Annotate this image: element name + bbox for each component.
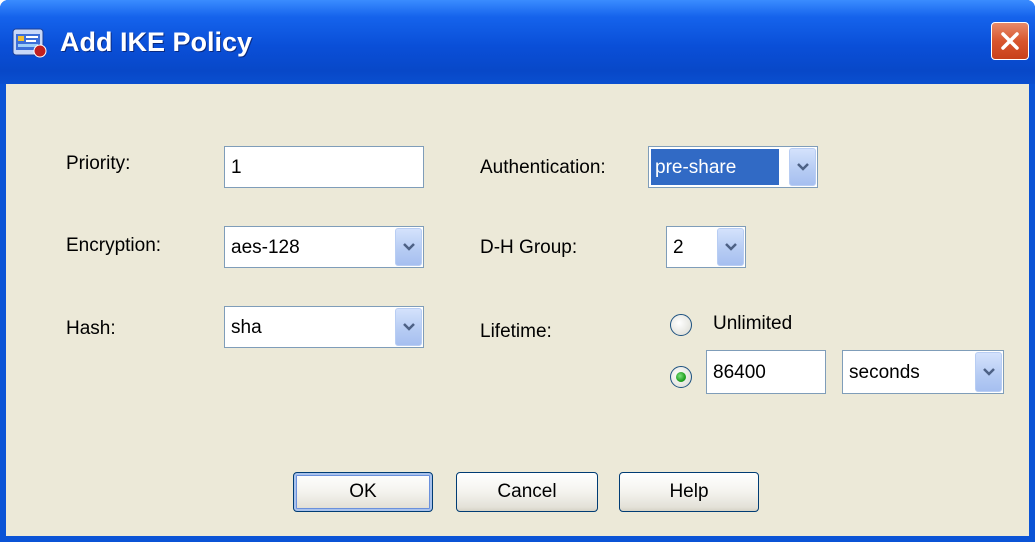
ok-button[interactable]: OK bbox=[293, 472, 433, 512]
lifetime-value: 86400 bbox=[713, 362, 766, 383]
close-icon bbox=[1001, 32, 1019, 50]
priority-value: 1 bbox=[231, 157, 242, 178]
chevron-down-icon bbox=[797, 163, 809, 171]
cancel-button[interactable]: Cancel bbox=[456, 472, 598, 512]
radio-selected-dot bbox=[676, 372, 686, 382]
dh-group-label: D-H Group: bbox=[480, 237, 578, 258]
add-ike-policy-dialog: Add IKE Policy Priority: 1 Encryption: a… bbox=[0, 0, 1035, 542]
chevron-down-icon bbox=[403, 243, 415, 251]
encryption-value: aes-128 bbox=[231, 237, 300, 258]
close-button[interactable] bbox=[991, 22, 1029, 60]
lifetime-unit-select[interactable]: seconds bbox=[842, 350, 1004, 394]
title-bar[interactable]: Add IKE Policy bbox=[0, 0, 1035, 84]
lifetime-value-input[interactable]: 86400 bbox=[706, 350, 826, 394]
encryption-dropdown-button[interactable] bbox=[395, 228, 422, 266]
hash-value: sha bbox=[231, 317, 262, 338]
lifetime-unit-value: seconds bbox=[849, 362, 920, 383]
lifetime-label: Lifetime: bbox=[480, 321, 552, 342]
window-title: Add IKE Policy bbox=[60, 27, 253, 57]
dialog-body: Priority: 1 Encryption: aes-128 Hash: sh… bbox=[6, 84, 1029, 536]
chevron-down-icon bbox=[725, 243, 737, 251]
authentication-select[interactable]: pre-share bbox=[648, 146, 818, 188]
lifetime-unlimited-radio[interactable] bbox=[670, 314, 692, 336]
priority-input[interactable]: 1 bbox=[224, 146, 424, 188]
encryption-select[interactable]: aes-128 bbox=[224, 226, 424, 268]
lifetime-unlimited-label[interactable]: Unlimited bbox=[713, 312, 792, 336]
app-icon bbox=[12, 28, 47, 58]
dh-group-value: 2 bbox=[673, 237, 684, 258]
priority-label: Priority: bbox=[66, 153, 131, 174]
authentication-value: pre-share bbox=[655, 157, 737, 178]
chevron-down-icon bbox=[403, 323, 415, 331]
dh-group-dropdown-button[interactable] bbox=[717, 228, 744, 266]
hash-select[interactable]: sha bbox=[224, 306, 424, 348]
lifetime-value-radio[interactable] bbox=[670, 366, 692, 388]
lifetime-unit-dropdown-button[interactable] bbox=[975, 352, 1002, 392]
dh-group-select[interactable]: 2 bbox=[666, 226, 746, 268]
hash-label: Hash: bbox=[66, 318, 116, 339]
authentication-dropdown-button[interactable] bbox=[789, 148, 816, 186]
hash-dropdown-button[interactable] bbox=[395, 308, 422, 346]
encryption-label: Encryption: bbox=[66, 235, 162, 256]
authentication-label: Authentication: bbox=[480, 157, 606, 178]
help-button[interactable]: Help bbox=[619, 472, 759, 512]
chevron-down-icon bbox=[983, 368, 995, 376]
